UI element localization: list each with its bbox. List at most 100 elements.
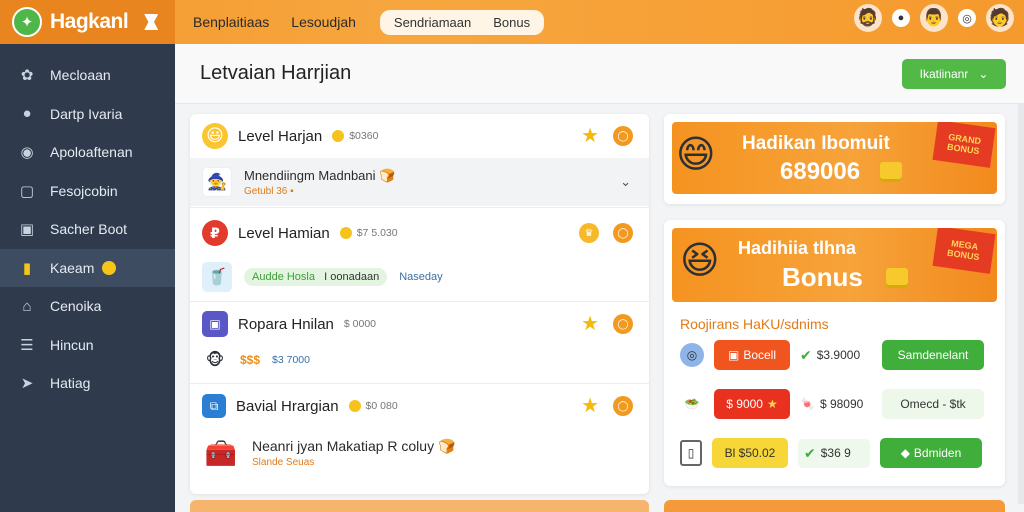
nav-link-2[interactable]: Lesoudjah: [291, 14, 356, 30]
sidebar-item-label: Dartp Ivaria: [50, 105, 123, 122]
row-actions: ★ ◯: [581, 126, 633, 146]
gamepad-icon: ✿: [20, 67, 34, 85]
candy-icon: 🍬: [800, 397, 815, 411]
home-icon: ⌂: [22, 297, 32, 315]
sub-note: Slande Seuas: [252, 457, 315, 468]
avatar-icon[interactable]: 👨: [920, 4, 948, 32]
green-tag-label: Audde Hosla: [252, 271, 315, 283]
promo-banner[interactable]: 😄 Hadikan Ibomuit 689006 GRAND BONUS: [672, 122, 997, 194]
brand-name: Hagkanl: [50, 10, 129, 33]
message-icon[interactable]: ◎: [958, 9, 976, 27]
reward-action-button[interactable]: ◆ Bdmiden: [880, 438, 982, 468]
nav-pill-group: Sendriamaan Bonus: [379, 9, 545, 35]
level-row[interactable]: ₽ Level Hamian $7 5.030 ♛ ◯ 🥤 Audde Hosl…: [190, 208, 649, 302]
smiley-icon: 😆: [680, 240, 720, 282]
reward-chip[interactable]: Bl $50.02: [712, 438, 788, 468]
chart-icon: ▣: [19, 221, 35, 239]
top-icons: 🧔 ● 👨 ◎ 🧑: [854, 4, 1014, 32]
chevron-down-icon[interactable]: ⌄: [620, 174, 631, 190]
crown-icon[interactable]: ♛: [579, 223, 599, 243]
sidebar-item-7[interactable]: ⌂ Cenoika: [0, 287, 175, 326]
coin-icon: [348, 400, 361, 412]
notification-icon[interactable]: ●: [892, 9, 910, 27]
level-sub-row: 🐵 $$$ $3 7000: [190, 346, 649, 374]
sidebar-item-active[interactable]: ▮ Kaeam: [0, 248, 175, 287]
level-list-card: 😃 Level Harjan $0360 ★ ◯ 🧙 Mnendiingm Ma…: [190, 114, 649, 494]
level-meta: $0 080: [348, 400, 398, 412]
badge-icon[interactable]: ◯: [613, 396, 633, 416]
green-tag[interactable]: Audde Hosla I oonadaan: [244, 268, 388, 286]
badge-icon[interactable]: ◯: [613, 126, 633, 146]
reward-value-label: $36 9: [820, 446, 851, 460]
gold-bar-icon: [880, 162, 902, 182]
check-icon: ✔: [800, 346, 812, 363]
treasure-chest-icon: 🧰: [204, 437, 238, 468]
level-row[interactable]: ▣ Ropara Hnilan $ 0000 ★ ◯ 🐵 $$$ $3 7000: [190, 302, 649, 384]
bread-icon: 🍞: [437, 438, 456, 454]
bottom-strip-left: [190, 500, 649, 512]
badge-icon[interactable]: ◯: [613, 314, 633, 334]
sidebar-item-label: Apoloaftenan: [50, 144, 133, 161]
nav-link-1[interactable]: Benplaitiaas: [193, 14, 269, 30]
level-row[interactable]: 😃 Level Harjan $0360 ★ ◯ 🧙 Mnendiingm Ma…: [190, 114, 649, 208]
level-meta-value: $7 5.030: [356, 227, 398, 239]
gift-icon: ◆: [900, 446, 910, 460]
level-sub-row[interactable]: 🧙 Mnendiingm Madnbani 🍞 Getubl 36 ▪ ⌄: [190, 158, 649, 206]
promo-banner[interactable]: 😆 Hadihiia tlhna Bonus MEGA BONUS: [672, 228, 997, 302]
reward-chip[interactable]: $ 9000 ★: [714, 389, 790, 419]
row-actions: ★ ◯: [581, 314, 633, 334]
promo-subtitle: Bonus: [782, 262, 863, 292]
sidebar-item-4[interactable]: ▢ Fesojcobin: [0, 172, 175, 211]
gold-amount: $$$: [240, 353, 261, 367]
sidebar: ✿ Mecloaan ● Dartp Ivaria ◉ Apoloaftenan…: [0, 44, 175, 512]
sidebar-item-label: Kaeam: [50, 259, 95, 276]
star-icon[interactable]: ★: [581, 314, 599, 334]
sidebar-item-2[interactable]: ● Dartp Ivaria: [0, 95, 175, 134]
avatar-icon[interactable]: 🧔: [854, 4, 882, 32]
reward-action-button[interactable]: Samdenelant: [882, 340, 984, 370]
sidebar-item-5[interactable]: ▣ Sacher Boot: [0, 210, 175, 249]
level-sub-row[interactable]: 🧰 Neanri jyan Makatiap R coluy 🍞 Slande …: [190, 428, 649, 478]
level-meta-value: $ 0000: [343, 318, 377, 330]
user-circle-icon: ◉: [20, 144, 34, 162]
page-title: Letvaian Harrjian: [200, 62, 352, 84]
monkey-icon: 🐵: [205, 352, 225, 369]
scrollbar[interactable]: [1018, 104, 1024, 504]
sub-note-label: Getubl 36: [244, 185, 288, 197]
level-title: Level Harjan: [238, 127, 323, 145]
rewards-title: Roojirans HaKU/sdnims: [680, 316, 829, 332]
nav-pill-link-1[interactable]: Sendriamaan: [394, 15, 471, 30]
reward-chip[interactable]: ▣ Bocell: [714, 340, 790, 370]
badge-icon[interactable]: ◯: [613, 223, 633, 243]
reward-chip-label: Bocell: [743, 348, 777, 362]
reward-action-button[interactable]: Omecd - $tk: [882, 389, 984, 419]
sidebar-item-1[interactable]: ✿ Mecloaan: [0, 56, 175, 95]
sidebar-item-label: Cenoika: [50, 298, 102, 315]
logo-icon: ✦: [12, 7, 42, 37]
level-meta: $7 5.030: [339, 227, 398, 239]
ribbon-badge: GRAND BONUS: [932, 122, 996, 168]
blue-tag[interactable]: Naseday: [399, 271, 442, 283]
reward-chip-label: $ 9000: [726, 397, 763, 411]
level-row[interactable]: ⧉ Bavial Hrargian $0 080 ★ ◯ 🧰 Neanri jy…: [190, 384, 649, 494]
gold-bar-icon: [886, 268, 908, 288]
sidebar-item-8[interactable]: ☰ Hincun: [0, 326, 175, 365]
star-icon[interactable]: ★: [581, 126, 599, 146]
sidebar-item-3[interactable]: ◉ Apoloaftenan: [0, 133, 175, 172]
sub-text: Mnendiingm Madnbani 🍞 Getubl 36 ▪: [244, 168, 395, 197]
promo-card-top[interactable]: 😄 Hadikan Ibomuit 689006 GRAND BONUS: [664, 114, 1005, 204]
header-dropdown-button[interactable]: Ikatiinanr ⌄: [902, 59, 1006, 89]
profile-avatar-icon[interactable]: 🧑: [986, 4, 1014, 32]
sidebar-item-9[interactable]: ➤ Hatiag: [0, 364, 175, 403]
sidebar-item-label: Mecloaan: [50, 67, 111, 84]
reward-row: ▯ Bl $50.02 ✔ $36 9 ◆ Bdmiden: [680, 438, 982, 468]
list-icon: ☰: [20, 336, 34, 354]
nav-pill-link-bonus[interactable]: Bonus: [493, 15, 530, 30]
sidebar-item-label: Fesojcobin: [50, 182, 118, 199]
brand[interactable]: ✦ Hagkanl: [0, 0, 175, 44]
coin-icon: [102, 260, 117, 275]
check-icon: ✔: [804, 444, 816, 461]
top-bar: ✦ Hagkanl Benplaitiaas Lesoudjah Sendria…: [0, 0, 1024, 44]
star-icon[interactable]: ★: [581, 396, 599, 416]
sub-main-label: Neanri jyan Makatiap R coluy: [252, 438, 435, 454]
